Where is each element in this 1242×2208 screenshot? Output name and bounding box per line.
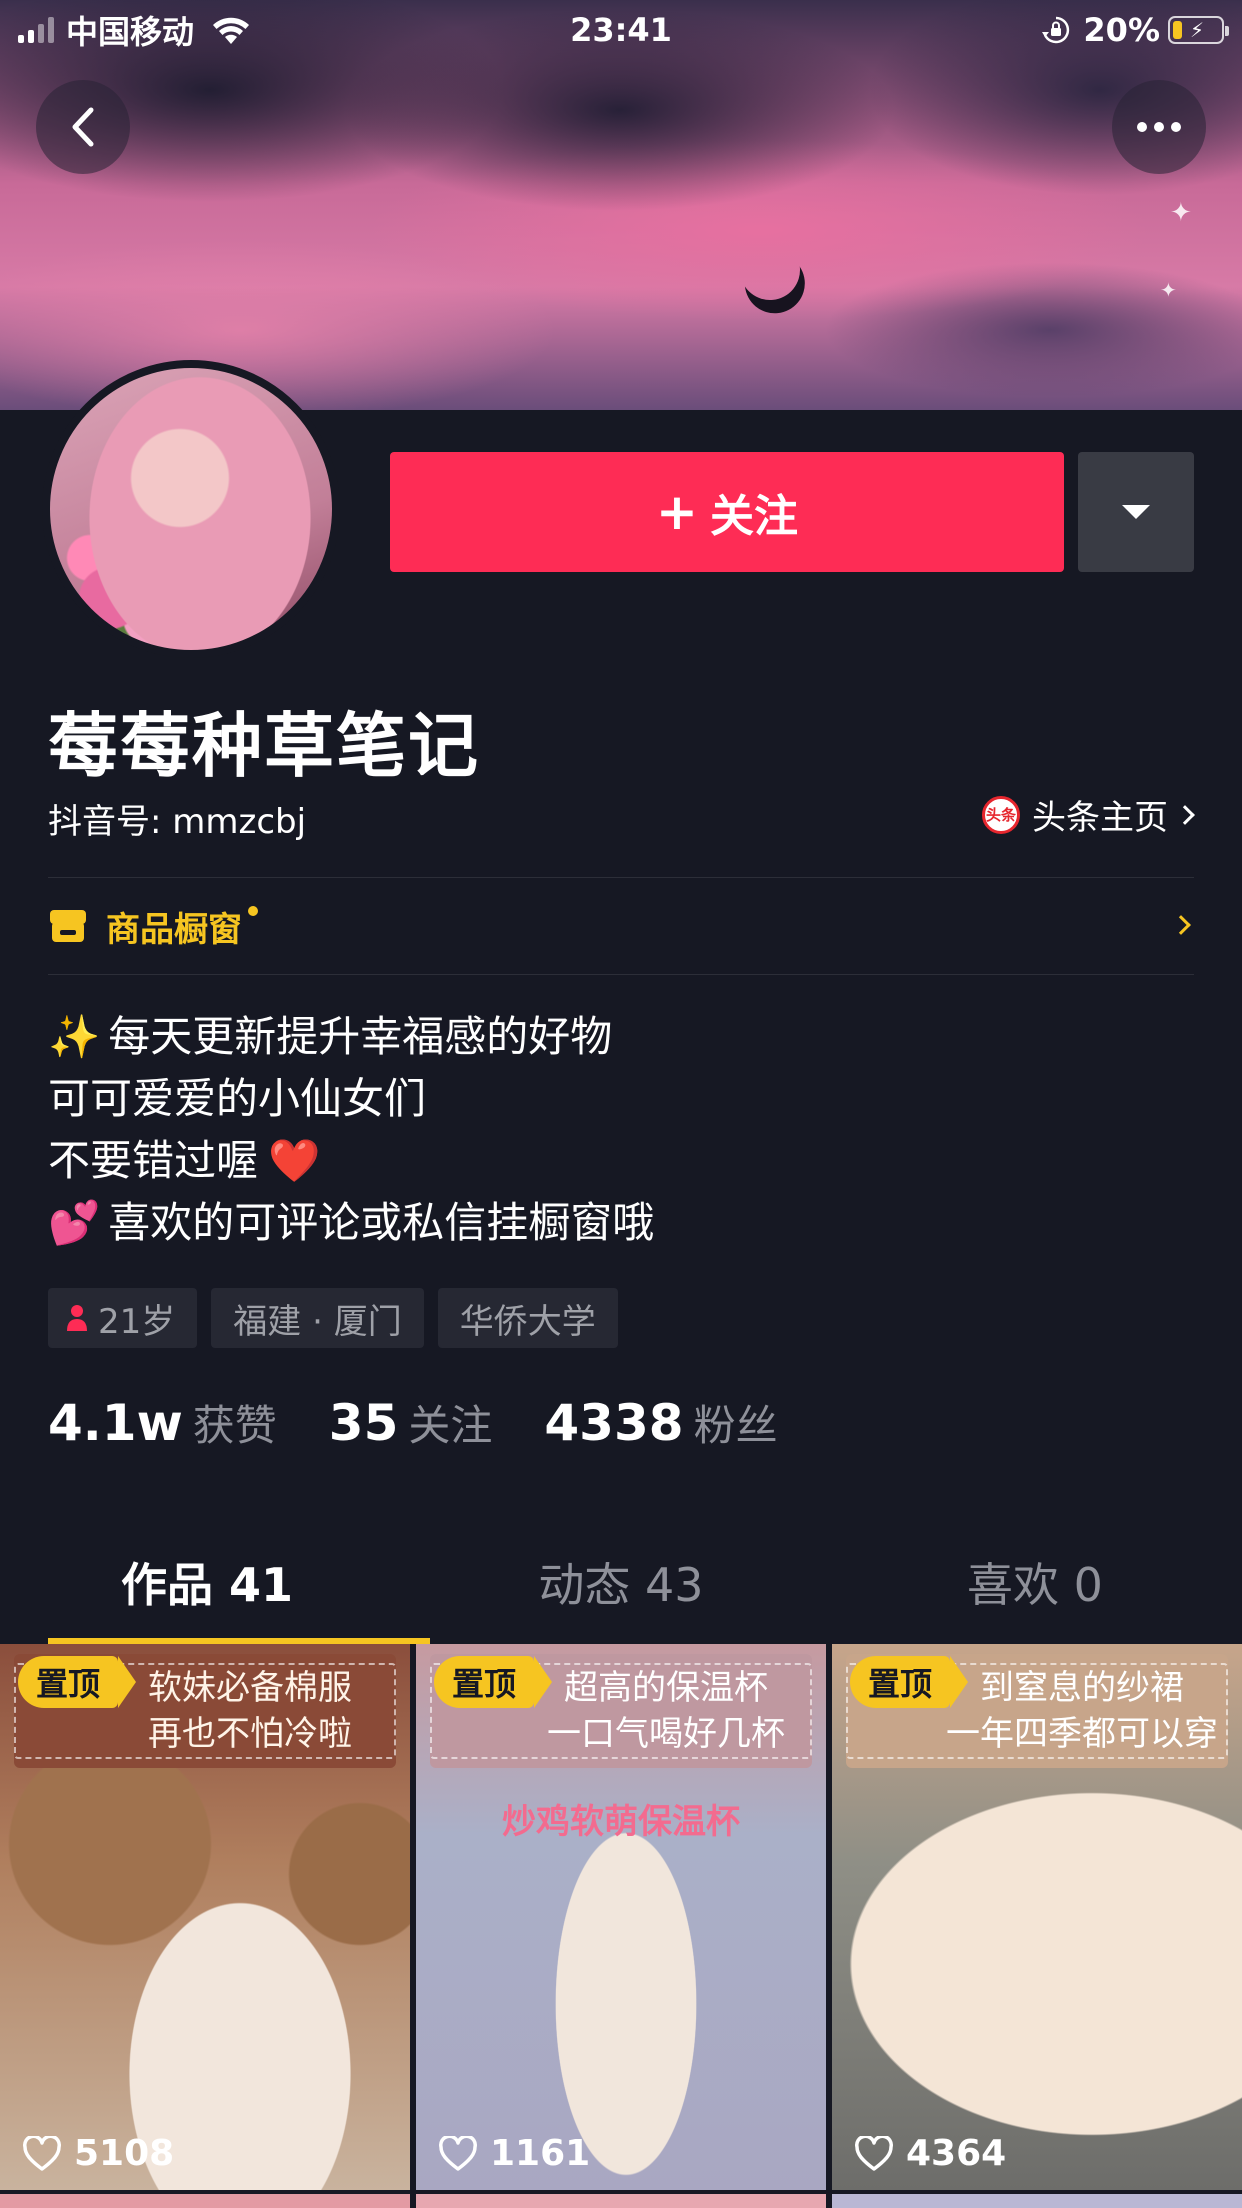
- video-subtitle: 炒鸡软萌保温杯: [502, 1802, 740, 1842]
- bio-text: 每天更新提升幸福感的好物: [108, 1012, 613, 1061]
- sparkle-icon: ✦: [1160, 278, 1177, 302]
- chevron-left-icon: [72, 107, 94, 147]
- likes-count: 4364: [906, 2133, 1007, 2174]
- video-likes: 1161: [438, 2133, 590, 2174]
- chevron-right-icon: [1175, 804, 1195, 825]
- shop-icon: [50, 910, 86, 942]
- video-thumbnail[interactable]: [832, 2194, 1242, 2208]
- stat-label: 粉丝: [693, 1401, 778, 1450]
- follow-button[interactable]: + 关注: [390, 452, 1064, 572]
- tab-posts[interactable]: 动态 43: [414, 1540, 828, 1644]
- more-button[interactable]: [1112, 80, 1206, 174]
- video-thumbnail[interactable]: 超高的保温杯 一口气喝好几杯 置顶 炒鸡软萌保温杯 1161: [416, 1644, 826, 2190]
- video-thumbnail[interactable]: [416, 2194, 826, 2208]
- video-thumbnail[interactable]: 到窒息的纱裙 一年四季都可以穿 置顶 4364: [832, 1644, 1242, 2190]
- tab-works[interactable]: 作品 41: [0, 1540, 414, 1644]
- toutiao-logo-icon: 头条: [982, 795, 1020, 834]
- heart-outline-icon: [23, 2135, 61, 2171]
- profile-name: 莓莓种草笔记: [48, 705, 480, 787]
- video-likes: 5108: [22, 2133, 174, 2174]
- profile-tags: 21岁 福建 · 厦门 华侨大学: [48, 1288, 618, 1348]
- sparkle-icon: ✦: [1170, 198, 1192, 228]
- toutiao-homepage-link[interactable]: 头条 头条主页: [982, 790, 1195, 839]
- bio: ✨ 每天更新提升幸福感的好物 可可爱爱的小仙女们 不要错过喔 ❤️ 💕 喜欢的可…: [48, 1006, 654, 1254]
- back-button[interactable]: [36, 80, 130, 174]
- pinned-badge: 置顶: [18, 1656, 137, 1708]
- heart-outline-icon: [855, 2135, 893, 2171]
- bio-line: ✨ 每天更新提升幸福感的好物: [48, 1006, 654, 1068]
- chevron-right-icon: [1171, 915, 1191, 935]
- profile-stats: 4.1w 获赞 35 关注 4338 粉丝: [48, 1392, 830, 1453]
- video-thumbnail[interactable]: [0, 2194, 410, 2208]
- stat-label: 关注: [408, 1401, 493, 1450]
- followers-stat[interactable]: 4338 粉丝: [544, 1392, 777, 1453]
- product-showcase-row[interactable]: 商品橱窗: [48, 878, 1194, 974]
- profile-cover-image[interactable]: ✦ ✦: [0, 0, 1242, 410]
- likes-count: 5108: [74, 2133, 175, 2174]
- sparkles-icon: ✨: [48, 1012, 101, 1061]
- pinned-badge: 置顶: [434, 1656, 553, 1708]
- stat-number: 4.1w: [48, 1394, 183, 1452]
- likes-count: 1161: [490, 2133, 591, 2174]
- bio-text: 不要错过喔: [48, 1136, 259, 1185]
- age-label: 21岁: [98, 1301, 176, 1342]
- new-dot-badge: [248, 906, 258, 916]
- battery-percent: 20%: [1083, 11, 1160, 49]
- video-grid: 软妹必备棉服 再也不怕冷啦 置顶 5108 超高的保温杯 一口气喝好几杯 置顶 …: [0, 1644, 1242, 2190]
- red-heart-icon: ❤️: [268, 1136, 321, 1185]
- divider: [48, 974, 1194, 975]
- location-tag: 福建 · 厦门: [211, 1288, 424, 1348]
- stat-number: 35: [328, 1394, 399, 1452]
- video-thumbnail[interactable]: 软妹必备棉服 再也不怕冷啦 置顶 5108: [0, 1644, 410, 2190]
- bio-text: 可可爱爱的小仙女们: [48, 1074, 427, 1123]
- bio-line: 不要错过喔 ❤️: [48, 1130, 654, 1192]
- tab-likes[interactable]: 喜欢 0: [828, 1540, 1242, 1644]
- avatar[interactable]: [42, 360, 340, 658]
- two-hearts-icon: 💕: [48, 1198, 101, 1247]
- video-grid-next-row: [0, 2194, 1242, 2208]
- bio-line: 可可爱爱的小仙女们: [48, 1068, 654, 1130]
- recommend-dropdown-button[interactable]: [1078, 452, 1194, 572]
- stat-number: 4338: [544, 1394, 684, 1452]
- rotation-lock-icon: [1042, 16, 1070, 44]
- moon-decoration: [729, 229, 810, 310]
- toutiao-label: 头条主页: [1032, 798, 1168, 838]
- heart-outline-icon: [439, 2135, 477, 2171]
- shop-label: 商品橱窗: [106, 909, 242, 950]
- bio-text: 喜欢的可评论或私信挂橱窗哦: [108, 1198, 655, 1247]
- douyin-id: 抖音号: mmzcbj: [48, 802, 307, 842]
- more-dots-icon: [1137, 122, 1181, 132]
- battery-icon: ⚡: [1168, 16, 1229, 44]
- bio-line: 💕 喜欢的可评论或私信挂橱窗哦: [48, 1192, 654, 1254]
- school-tag: 华侨大学: [437, 1288, 618, 1348]
- caret-down-icon: [1122, 505, 1150, 519]
- pinned-badge: 置顶: [850, 1656, 969, 1708]
- stat-label: 获赞: [192, 1401, 277, 1450]
- plus-icon: +: [656, 483, 698, 541]
- video-likes: 4364: [854, 2133, 1006, 2174]
- likes-stat[interactable]: 4.1w 获赞: [48, 1392, 277, 1453]
- female-icon: [67, 1305, 87, 1331]
- follow-label: 关注: [709, 491, 798, 542]
- following-stat[interactable]: 35 关注: [329, 1392, 493, 1453]
- status-bar: 中国移动 23:41 20% ⚡: [0, 0, 1242, 60]
- age-tag: 21岁: [48, 1288, 198, 1348]
- content-tabs: 作品 41 动态 43 喜欢 0: [0, 1540, 1242, 1644]
